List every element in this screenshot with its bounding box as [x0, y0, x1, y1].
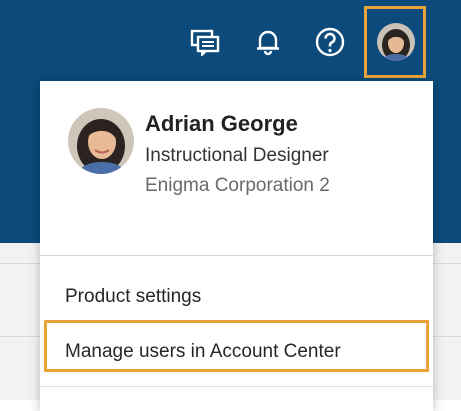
- avatar-highlight-frame: [364, 6, 426, 78]
- menu-divider: [40, 386, 433, 387]
- chat-feedback-icon[interactable]: [187, 24, 223, 60]
- manage-users-item[interactable]: Manage users in Account Center: [65, 341, 341, 363]
- user-name: Adrian George: [145, 111, 298, 136]
- user-organization: Enigma Corporation 2: [145, 175, 330, 196]
- menu-divider: [40, 255, 433, 256]
- profile-dropdown-menu: Adrian George Instructional Designer Eni…: [40, 81, 433, 411]
- product-settings-item[interactable]: Product settings: [65, 286, 201, 308]
- user-role: Instructional Designer: [145, 145, 329, 166]
- bell-icon[interactable]: [250, 24, 286, 60]
- profile-photo: [68, 108, 134, 174]
- help-icon[interactable]: [312, 24, 348, 60]
